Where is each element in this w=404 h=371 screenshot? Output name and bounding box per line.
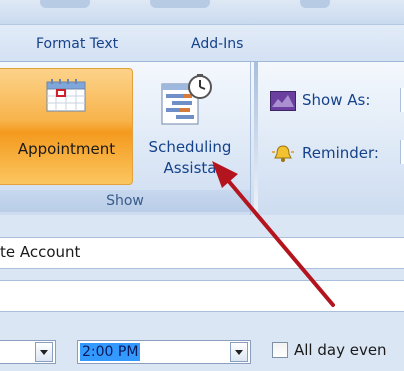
end-time-value: 2:00 PM	[80, 343, 141, 361]
group-separator	[254, 62, 258, 215]
scheduling-assistant-icon	[161, 74, 212, 125]
all-day-checkbox[interactable]	[272, 342, 288, 358]
chevron-down-icon	[40, 349, 48, 355]
appointment-label: Appointment	[17, 140, 116, 158]
calendar-icon	[46, 79, 86, 112]
show-as-label: Show As:	[302, 91, 371, 109]
reminder-dropdown[interactable]	[400, 140, 404, 164]
end-date-dropdown-button[interactable]	[35, 342, 53, 362]
show-group-label: Show	[0, 190, 250, 212]
tab-add-ins[interactable]: Add-Ins	[191, 36, 243, 52]
scheduling-label-line1: Scheduling	[148, 138, 232, 156]
reminder-label: Reminder:	[302, 144, 379, 162]
chevron-down-icon	[235, 349, 243, 355]
bell-icon	[272, 145, 294, 162]
end-time-dropdown-button[interactable]	[230, 342, 248, 362]
title-bar	[0, 0, 404, 25]
location-field[interactable]	[0, 280, 404, 312]
show-as-dropdown[interactable]	[400, 88, 404, 112]
scheduling-label-line2: Assista	[163, 159, 217, 177]
show-as-icon	[270, 91, 296, 111]
ribbon-tab-bar: Format Text Add-Ins	[0, 25, 404, 62]
account-value: te Account	[0, 243, 81, 261]
all-day-label: All day even	[294, 341, 387, 359]
tab-format-text[interactable]: Format Text	[36, 36, 118, 52]
